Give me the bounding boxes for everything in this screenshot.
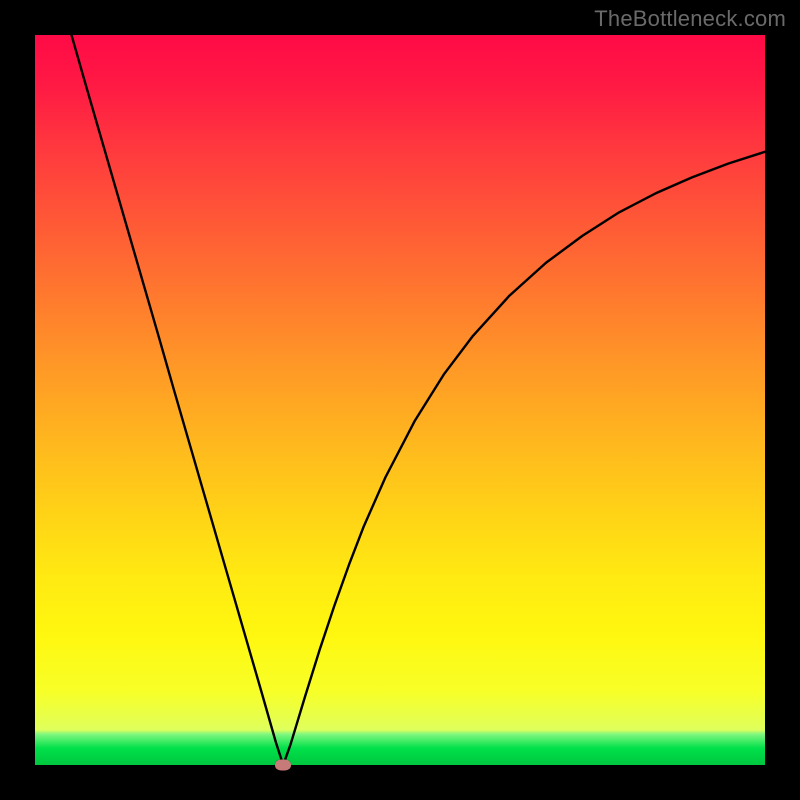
watermark-text: TheBottleneck.com: [594, 6, 786, 32]
bottleneck-curve: [35, 35, 765, 765]
optimal-point-marker: [275, 760, 291, 771]
plot-area: [35, 35, 765, 765]
chart-frame: TheBottleneck.com: [0, 0, 800, 800]
